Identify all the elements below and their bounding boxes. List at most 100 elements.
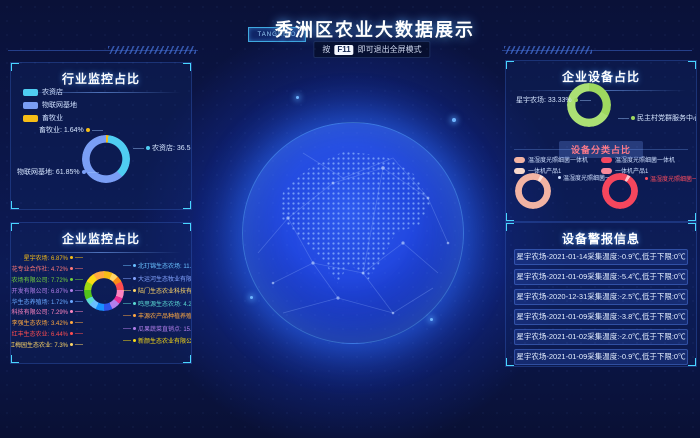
enterprise-label: 北玎锦生态农场: 11.16% bbox=[123, 261, 189, 270]
device-alarm-panel: 设备警报信息 星宇农场-2021-01-14采集温度:-0.9℃,低于下限:0℃… bbox=[505, 222, 697, 367]
legend-swatch bbox=[23, 89, 38, 96]
callout-iot-base: 物联网基地: 61.85% bbox=[17, 167, 99, 177]
enterprise-label: 红梅园生态农业: 7.3% bbox=[10, 340, 83, 349]
corner-bracket bbox=[688, 222, 697, 231]
label-lead-line bbox=[123, 340, 131, 341]
enterprise-label: 大运河生态牧业有限责任公.. bbox=[123, 274, 189, 283]
enterprise-label: 上华生态养殖场: 1.72% bbox=[10, 297, 83, 306]
callout-lead-line bbox=[92, 130, 103, 131]
device-ratio-panel: 企业设备占比 星宇农场: 33.33% 民主村党群服务中心: 设备分类占比 温湿… bbox=[505, 60, 697, 222]
corner-bracket bbox=[688, 358, 697, 367]
legend-label: 农资店 bbox=[42, 87, 63, 97]
callout-marker bbox=[558, 176, 561, 179]
callout-livestock: 畜牧业: 1.64% bbox=[39, 125, 103, 135]
label-lead-line bbox=[75, 301, 83, 302]
corner-bracket bbox=[688, 213, 697, 222]
legend-swatch bbox=[514, 157, 525, 163]
enterprise-label: 秀洲菊花专业合作社: 4.72% bbox=[10, 264, 83, 273]
enterprise-label: 家燕农场有限公司: 7.72% bbox=[10, 275, 83, 284]
bg-spark bbox=[430, 318, 433, 321]
enterprise-label: 星宇农场: 6.87% bbox=[24, 253, 83, 262]
callout-device-right: 温湿度光照细菌一— bbox=[645, 174, 697, 183]
f11-key-badge: F11 bbox=[334, 45, 353, 55]
fullscreen-hint: 按 F11 即可退出全屏模式 bbox=[313, 41, 430, 58]
device-class-subtitle: 设备分类占比 bbox=[559, 141, 643, 158]
callout-lead-line bbox=[133, 148, 144, 149]
legend-label: 物联网基地 bbox=[42, 100, 77, 110]
enterprise-label: 新颜生态农业有限公司: 6.87% bbox=[123, 336, 189, 345]
corner-bracket bbox=[10, 222, 19, 231]
label-marker bbox=[70, 321, 73, 324]
device-donut-chart[interactable] bbox=[567, 83, 611, 127]
label-marker bbox=[70, 278, 73, 281]
legend-label: 畜牧业 bbox=[42, 113, 63, 123]
label-lead-line bbox=[75, 268, 83, 269]
legend-item[interactable]: 农资店 bbox=[23, 87, 77, 97]
panel-title: 企业监控占比 bbox=[11, 223, 191, 247]
label-lead-line bbox=[123, 265, 131, 266]
corner-bracket bbox=[10, 355, 19, 364]
enterprise-label: 鸣思源生态农场: 4.29 bbox=[123, 299, 189, 308]
enterprise-labels-left: 星宇农场: 6.87% 秀洲菊花专业合作社: 4.72% 家燕农场有限公司: 7… bbox=[13, 253, 83, 349]
enterprise-donut-chart[interactable] bbox=[84, 271, 124, 311]
label-lead-line bbox=[123, 290, 131, 291]
enterprise-label: 瓜果蔬菜直销点: 15.02% bbox=[123, 324, 189, 333]
alarm-row: 星宇农场-2021-01-09采集温度:-5.4℃,低于下限:0℃ bbox=[514, 269, 688, 285]
enterprise-monitor-panel: 企业监控占比 星宇农场: 6.87% 秀洲菊花专业合作社: 4.72% 家燕 bbox=[10, 222, 192, 364]
label-lead-line bbox=[123, 328, 131, 329]
legend-swatch bbox=[601, 168, 612, 174]
label-marker bbox=[70, 310, 73, 313]
corner-bracket bbox=[10, 201, 19, 210]
corner-bracket bbox=[183, 222, 192, 231]
label-lead-line bbox=[75, 257, 83, 258]
label-marker bbox=[133, 327, 136, 330]
label-marker bbox=[70, 300, 73, 303]
corner-bracket bbox=[688, 60, 697, 69]
legend-item[interactable]: 畜牧业 bbox=[23, 113, 77, 123]
dashboard-stage: TANGNIAO 秀洲区农业大数据展示 按 F11 即可退出全屏模式 bbox=[0, 0, 700, 438]
hint-prefix: 按 bbox=[322, 44, 330, 55]
callout-marker bbox=[146, 146, 150, 150]
label-marker bbox=[133, 264, 136, 267]
label-marker bbox=[133, 289, 136, 292]
label-lead-line bbox=[123, 315, 131, 316]
legend-swatch bbox=[23, 102, 38, 109]
alarm-row: 星宇农场-2021-01-14采集温度:-0.9℃,低于下限:0℃ bbox=[514, 249, 688, 265]
industry-legend: 农资店 物联网基地 畜牧业 bbox=[23, 87, 77, 123]
device-class-legend-right: 温湿度光照细菌一体机 一体机产品1 bbox=[601, 155, 675, 175]
industry-monitor-panel: 行业监控占比 农资店 物联网基地 畜牧业 bbox=[10, 62, 192, 210]
enterprise-label: 李强生态农场: 3.42% bbox=[12, 318, 83, 327]
callout-service-center: 民主村党群服务中心: bbox=[618, 113, 697, 123]
label-marker bbox=[70, 289, 73, 292]
enterprise-label: 国开发有限公司: 6.87% bbox=[10, 286, 83, 295]
callout-lead-line bbox=[618, 118, 629, 119]
callout-marker bbox=[574, 98, 578, 102]
hint-suffix: 即可退出全屏模式 bbox=[358, 44, 422, 55]
corner-bracket bbox=[505, 213, 514, 222]
label-marker bbox=[70, 267, 73, 270]
label-marker bbox=[133, 277, 136, 280]
alarm-list: 星宇农场-2021-01-14采集温度:-0.9℃,低于下限:0℃ 星宇农场-2… bbox=[514, 249, 688, 365]
corner-bracket bbox=[183, 201, 192, 210]
label-lead-line bbox=[75, 311, 83, 312]
enterprise-label: 陆门生态农业科技有限公.. bbox=[123, 286, 189, 295]
label-lead-line bbox=[75, 333, 83, 334]
alarm-row: 星宇农场-2021-01-09采集温度:-0.9℃,低于下限:0℃ bbox=[514, 349, 688, 365]
label-lead-line bbox=[75, 290, 83, 291]
panel-title: 企业设备占比 bbox=[506, 61, 696, 85]
callout-xingyu-farm: 星宇农场: 33.33% bbox=[516, 95, 591, 105]
label-marker bbox=[70, 256, 73, 259]
legend-swatch bbox=[514, 168, 525, 174]
label-lead-line bbox=[75, 344, 83, 345]
corner-bracket bbox=[10, 62, 19, 71]
device-class-donut-left[interactable] bbox=[515, 173, 551, 209]
panel-title: 行业监控占比 bbox=[11, 63, 191, 87]
enterprise-label: 丰源农产品种植养殖基..: 1. bbox=[123, 311, 189, 320]
page-title: 秀洲区农业大数据展示 bbox=[275, 16, 475, 42]
globe bbox=[242, 122, 464, 344]
label-marker bbox=[133, 302, 136, 305]
device-class-donut-right[interactable] bbox=[602, 173, 638, 209]
bg-spark bbox=[296, 96, 299, 99]
enterprise-label: 红丰生态农业: 6.44% bbox=[12, 329, 83, 338]
legend-item[interactable]: 物联网基地 bbox=[23, 100, 77, 110]
